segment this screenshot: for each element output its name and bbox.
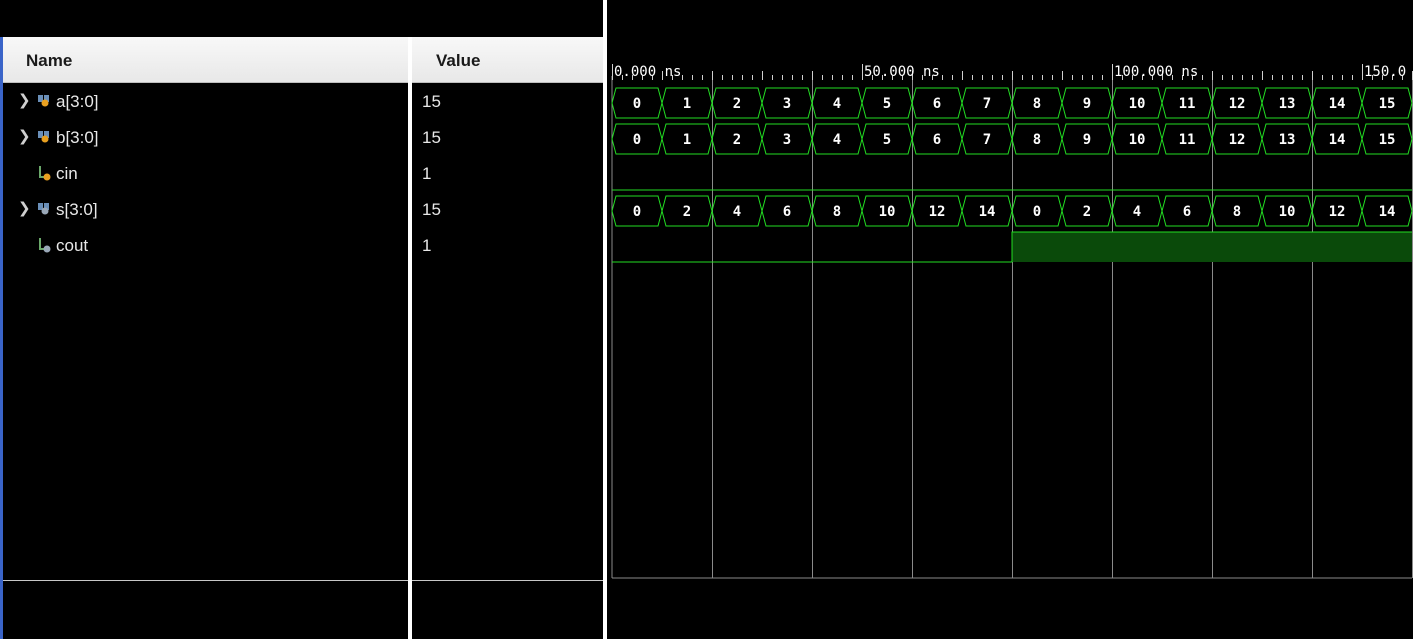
s-wave-value-label: 10 (879, 204, 896, 220)
b-wave-value-label: 4 (833, 132, 841, 148)
signal-name: b[3:0] (56, 128, 99, 147)
a-wave-value-label: 2 (733, 96, 741, 112)
ruler-label: 0.000 ns (614, 64, 681, 80)
bus-signal-icon (38, 131, 49, 143)
a-wave-value-label: 11 (1179, 96, 1196, 112)
a-wave-value-label: 9 (1083, 96, 1091, 112)
s-wave-value-label: 6 (1183, 204, 1191, 220)
a-wave-value-label: 5 (883, 96, 891, 112)
a-wave-value-label: 10 (1129, 96, 1146, 112)
s-wave-value-label: 4 (733, 204, 741, 220)
ruler-label: 150.0 (1364, 64, 1406, 80)
cout-wave-high-fill (1362, 232, 1412, 262)
column-splitter[interactable] (408, 37, 412, 639)
s-wave-value-label: 4 (1133, 204, 1141, 220)
bit-signal-icon (39, 238, 51, 253)
signal-name: cout (56, 236, 89, 255)
signal-name: a[3:0] (56, 92, 99, 111)
signal-row-a[interactable]: ❯ a[3:0] (3, 84, 408, 120)
signal-name: cin (56, 164, 78, 183)
b-wave-value-label: 1 (683, 132, 691, 148)
s-wave-value-label: 6 (783, 204, 791, 220)
name-column-label: Name (26, 51, 73, 70)
signal-value-b: 15 (422, 128, 441, 147)
signal-value-a: 15 (422, 92, 441, 111)
signal-value-cout: 1 (422, 236, 432, 255)
chevron-right-icon[interactable]: ❯ (18, 199, 31, 217)
b-wave-value-label: 7 (983, 132, 991, 148)
a-wave-value-label: 12 (1229, 96, 1246, 112)
b-wave-value-label: 9 (1083, 132, 1091, 148)
s-wave-value-label: 12 (1329, 204, 1346, 220)
ruler-label: 100.000 ns (1114, 64, 1198, 80)
panel-divider (3, 580, 408, 581)
b-wave-value-label: 11 (1179, 132, 1196, 148)
signal-name: s[3:0] (56, 200, 98, 219)
b-wave-value-label: 10 (1129, 132, 1146, 148)
a-wave-value-label: 6 (933, 96, 941, 112)
s-wave-value-label: 14 (1379, 204, 1396, 220)
a-wave-value-label: 7 (983, 96, 991, 112)
bus-signal-icon (38, 95, 49, 107)
b-wave-value-label: 8 (1033, 132, 1041, 148)
chevron-right-icon[interactable]: ❯ (18, 91, 31, 109)
chevron-right-icon[interactable]: ❯ (18, 127, 31, 145)
s-wave-value-label: 8 (833, 204, 841, 220)
ruler-label: 50.000 ns (864, 64, 940, 80)
signal-row-b[interactable]: ❯ b[3:0] (3, 120, 408, 156)
signal-value-s: 15 (422, 200, 441, 219)
cout-wave-high-fill (1212, 232, 1262, 262)
a-wave-value-label: 4 (833, 96, 841, 112)
waveform-viewer[interactable]: 0.000 ns 50.000 ns 100.000 ns 150.00 1 2 3 4 5 6 7… (607, 0, 1413, 639)
b-wave-value-label: 15 (1379, 132, 1396, 148)
a-wave-value-label: 3 (783, 96, 791, 112)
s-wave-value-label: 0 (633, 204, 641, 220)
a-wave-value-label: 0 (633, 96, 641, 112)
cout-wave-high-fill (1062, 232, 1112, 262)
signal-row-cout[interactable]: cout (3, 228, 408, 264)
a-wave-value-label: 1 (683, 96, 691, 112)
cout-wave-high-fill (1262, 232, 1312, 262)
s-wave-value-label: 2 (683, 204, 691, 220)
cout-wave-high-fill (1312, 232, 1362, 262)
b-wave-value-label: 13 (1279, 132, 1296, 148)
b-wave-value-label: 6 (933, 132, 941, 148)
signal-row-cin[interactable]: cin (3, 156, 408, 192)
value-column-label: Value (436, 51, 481, 70)
s-wave-value-label: 10 (1279, 204, 1296, 220)
s-wave-value-label: 2 (1083, 204, 1091, 220)
b-wave-value-label: 2 (733, 132, 741, 148)
a-wave-value-label: 14 (1329, 96, 1346, 112)
b-wave-value-label: 3 (783, 132, 791, 148)
s-wave-value-label: 14 (979, 204, 996, 220)
s-wave-value-label: 12 (929, 204, 946, 220)
signal-value-cin: 1 (422, 164, 432, 183)
b-wave-value-label: 0 (633, 132, 641, 148)
a-wave-value-label: 13 (1279, 96, 1296, 112)
name-column-header[interactable]: Name (3, 37, 408, 83)
bus-signal-icon (38, 203, 49, 215)
panel-divider (412, 580, 603, 581)
b-wave-value-label: 14 (1329, 132, 1346, 148)
b-wave-value-label: 12 (1229, 132, 1246, 148)
bit-signal-icon (39, 166, 51, 181)
signal-row-s[interactable]: ❯ s[3:0] (3, 192, 408, 228)
cout-wave-high-fill (1112, 232, 1162, 262)
b-wave-value-label: 5 (883, 132, 891, 148)
cout-wave-high-fill (1012, 232, 1062, 262)
s-wave-value-label: 0 (1033, 204, 1041, 220)
a-wave-value-label: 8 (1033, 96, 1041, 112)
s-wave-value-label: 8 (1233, 204, 1241, 220)
cout-wave-high-fill (1162, 232, 1212, 262)
a-wave-value-label: 15 (1379, 96, 1396, 112)
value-column-header[interactable]: Value (412, 37, 603, 83)
